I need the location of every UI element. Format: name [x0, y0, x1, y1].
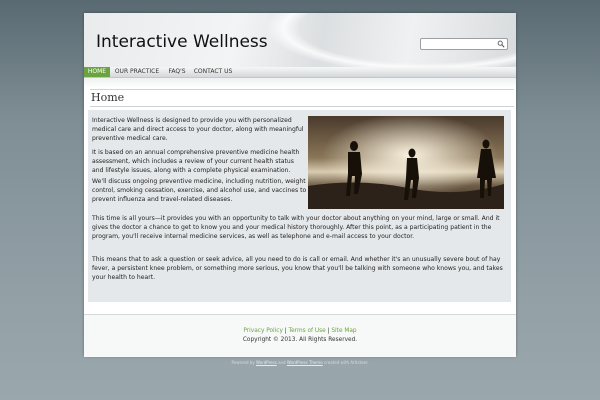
- site-map-link[interactable]: Site Map: [331, 328, 356, 334]
- wordpress-theme-link[interactable]: WordPress Theme: [287, 360, 323, 365]
- powered-by-suffix: created with Artisteer.: [324, 360, 369, 365]
- page-container: Interactive Wellness Home Our Practice F…: [84, 13, 516, 357]
- nav-item-contact-us[interactable]: Contact Us: [192, 67, 234, 77]
- wordpress-link[interactable]: WordPress: [256, 360, 277, 365]
- page-title: Home: [91, 91, 125, 104]
- paragraph-4: This time is all yours—it provides you w…: [92, 215, 500, 241]
- beach-silhouettes-image: [308, 116, 504, 209]
- site-header: Interactive Wellness: [84, 13, 516, 67]
- site-title[interactable]: Interactive Wellness: [96, 32, 268, 52]
- copyright-text: Copyright © 2013. All Rights Reserved.: [242, 337, 358, 343]
- paragraph-3: We'll discuss ongoing preventive medicin…: [92, 178, 307, 204]
- powered-by-prefix: Powered by: [231, 360, 255, 365]
- main-content: Interactive Wellness is designed to prov…: [88, 110, 511, 302]
- site-footer: Privacy Policy | Terms of Use | Site Map…: [84, 314, 516, 357]
- page-title-bar: Home: [90, 89, 514, 107]
- nav-item-our-practice[interactable]: Our Practice: [112, 67, 162, 77]
- search-input[interactable]: [423, 39, 493, 49]
- footer-separator: |: [284, 328, 287, 334]
- powered-by: Powered by WordPress and WordPress Theme…: [0, 360, 600, 365]
- nav-shadow-band: [84, 78, 516, 88]
- paragraph-1: Interactive Wellness is designed to prov…: [92, 117, 304, 143]
- main-nav: Home Our Practice FAQ'S Contact Us: [84, 67, 516, 78]
- powered-by-and: and: [278, 360, 286, 365]
- footer-links: Privacy Policy | Terms of Use | Site Map: [84, 328, 516, 334]
- search-box: [420, 38, 508, 50]
- privacy-policy-link[interactable]: Privacy Policy: [243, 328, 283, 334]
- terms-of-use-link[interactable]: Terms of Use: [289, 328, 326, 334]
- search-icon[interactable]: [497, 40, 505, 48]
- paragraph-5: This means that to ask a question or see…: [92, 256, 503, 282]
- nav-item-faqs[interactable]: FAQ'S: [164, 67, 190, 77]
- paragraph-2: It is based on an annual comprehensive p…: [92, 149, 300, 175]
- footer-separator: |: [327, 328, 330, 334]
- nav-item-home[interactable]: Home: [84, 67, 110, 77]
